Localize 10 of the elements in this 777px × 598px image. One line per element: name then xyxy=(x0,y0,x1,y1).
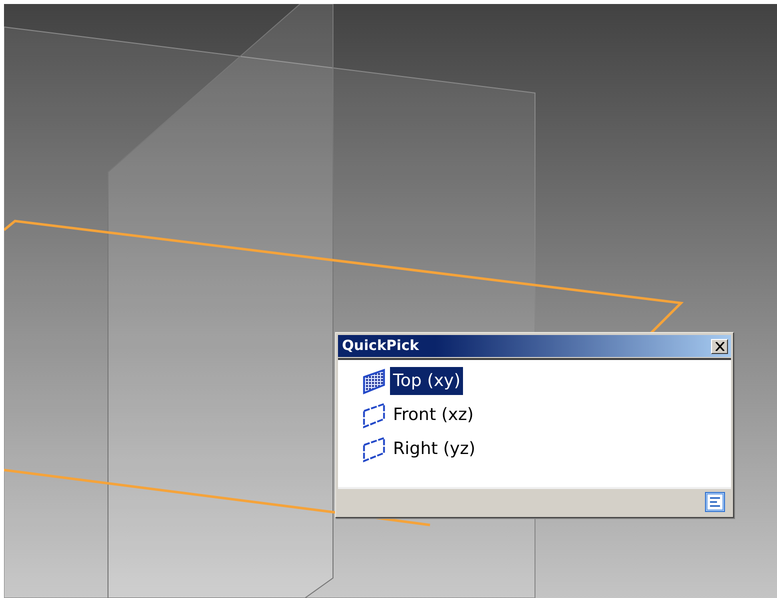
plane-icon xyxy=(360,367,388,395)
plane-icon xyxy=(360,401,388,429)
dialog-title: QuickPick xyxy=(342,336,419,356)
close-icon xyxy=(714,342,724,350)
plane-list-item[interactable]: Front (xz) xyxy=(390,401,477,429)
list-view-icon[interactable] xyxy=(705,492,725,512)
plane-list-item[interactable]: Right (yz) xyxy=(390,435,478,463)
plane-icon xyxy=(360,435,388,463)
plane-list-item[interactable]: Top (xy) xyxy=(390,367,464,395)
close-button[interactable] xyxy=(711,338,728,354)
